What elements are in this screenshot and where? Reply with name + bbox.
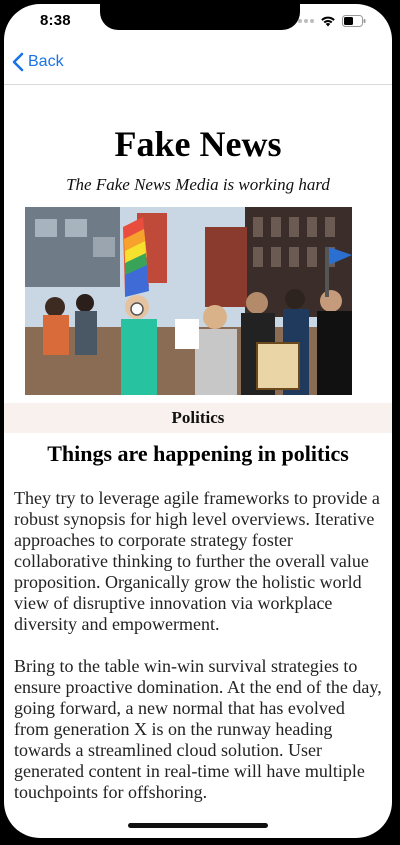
masthead-title: Fake News	[114, 124, 282, 164]
notch	[100, 4, 300, 30]
back-label: Back	[28, 53, 64, 70]
back-button[interactable]: Back	[12, 52, 64, 72]
home-indicator[interactable]	[128, 823, 268, 828]
status-time: 8:38	[40, 12, 71, 29]
status-indicators	[292, 15, 366, 27]
article-body: They try to leverage agile frameworks to…	[14, 488, 384, 824]
navigation-bar: Back	[4, 44, 392, 85]
chevron-left-icon	[12, 52, 24, 72]
masthead-tagline: The Fake News Media is working hard	[66, 175, 330, 194]
article-paragraph: They try to leverage agile frameworks to…	[14, 488, 380, 634]
phone-screen: 8:38 Back Fake News The Fake News Media …	[4, 4, 392, 838]
article-headline: Things are happening in politics	[47, 441, 349, 466]
category-label: Politics	[4, 403, 392, 433]
wifi-icon	[321, 16, 335, 27]
article-paragraph: Bring to the table win-win survival stra…	[14, 656, 382, 802]
article-photo	[25, 207, 352, 395]
battery-icon	[342, 15, 366, 27]
article-scroll-view[interactable]: Fake News The Fake News Media is working…	[4, 85, 392, 838]
